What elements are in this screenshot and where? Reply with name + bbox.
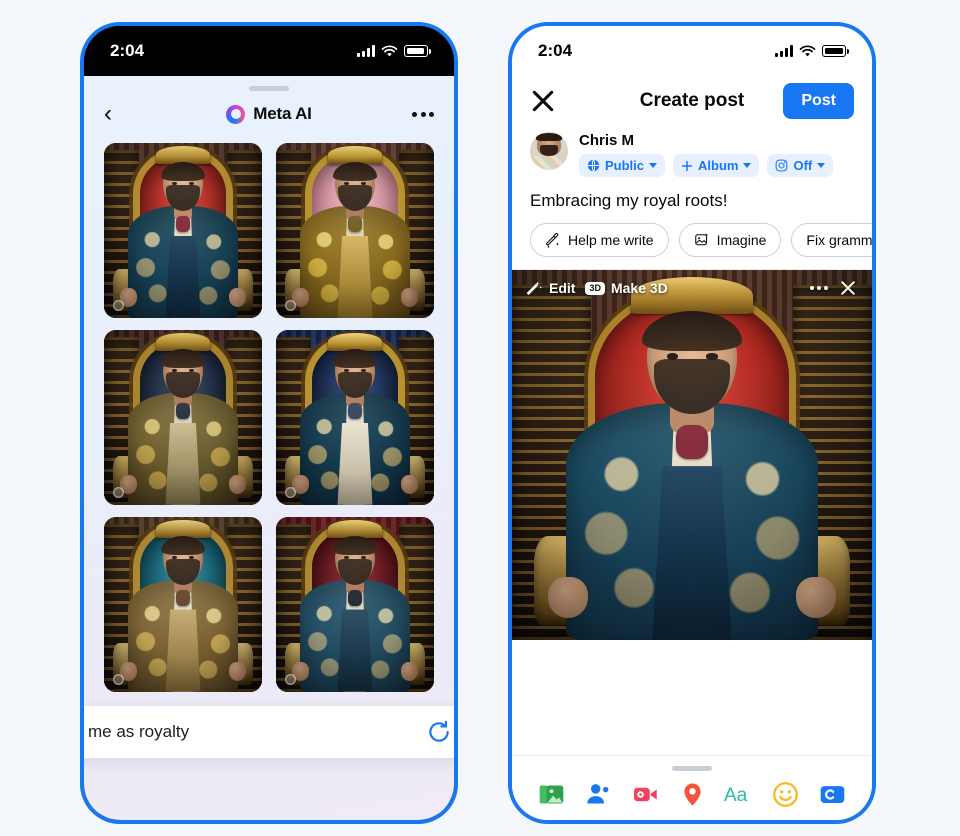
sheet-grabber[interactable]	[672, 766, 712, 771]
meta-ai-navbar: ‹ Meta AI	[84, 91, 454, 139]
instagram-camera-icon	[776, 159, 788, 172]
composer-text[interactable]: Embracing my royal roots!	[512, 177, 872, 223]
ai-chip-help-me-write[interactable]: Help me write	[530, 223, 669, 257]
create-post-screen: Create post Post Chris M Public Album Of…	[512, 76, 872, 820]
tab-tag-people[interactable]	[575, 781, 622, 808]
generated-image-1[interactable]	[104, 143, 262, 318]
ai-chip-label: Help me write	[568, 232, 654, 248]
more-horizontal-icon[interactable]	[810, 286, 828, 290]
ai-chip-label: Imagine	[716, 232, 767, 248]
make-3d-label: Make 3D	[610, 280, 668, 296]
edit-label: Edit	[549, 280, 576, 296]
globe-icon	[587, 159, 600, 172]
status-indicators	[357, 44, 431, 58]
meta-ai-ring-icon	[226, 104, 246, 124]
svg-text:Aa: Aa	[724, 785, 748, 806]
meta-ai-phone: 2:04 ‹ Meta AI me as royalty	[80, 22, 458, 824]
instagram-chip-label: Off	[793, 158, 813, 173]
privacy-chip-label: Public	[605, 158, 645, 173]
meta-ai-screen: ‹ Meta AI me as royalty	[84, 76, 454, 820]
battery-icon	[822, 45, 849, 57]
facebook-create-post-phone: 2:04 Create post Post Chris M Public Alb…	[508, 22, 876, 824]
plus-icon	[681, 160, 693, 171]
more-horizontal-icon[interactable]	[412, 111, 434, 117]
signal-bars-icon	[357, 45, 375, 57]
attached-media[interactable]: Edit 3D Make 3D	[512, 270, 872, 640]
tab-background-color[interactable]: Aa	[715, 781, 762, 808]
magic-pencil-icon	[545, 232, 560, 248]
generated-image-2[interactable]	[276, 143, 434, 318]
battery-icon	[404, 45, 431, 57]
ai-chip-fix-grammar[interactable]: Fix grammar	[791, 223, 872, 257]
magic-wand-icon	[526, 281, 543, 295]
tab-photo-video[interactable]	[528, 781, 575, 808]
prompt-input[interactable]: me as royalty	[88, 722, 414, 742]
emoji-smile-icon	[773, 782, 799, 807]
ai-chip-imagine[interactable]: Imagine	[678, 223, 782, 257]
prompt-pill[interactable]: me as royalty	[84, 706, 454, 758]
ai-chip-label: Fix grammar	[806, 232, 872, 248]
wifi-icon	[381, 44, 398, 56]
author-name: Chris M	[579, 132, 635, 149]
ai-suggestion-chips: Help me write Imagine Fix grammar In	[512, 223, 872, 270]
close-x-icon[interactable]	[838, 278, 858, 298]
avatar[interactable]	[530, 132, 568, 170]
composer-tabbar: Aa	[512, 755, 872, 820]
audience-chips: Public Album Off	[579, 154, 834, 177]
author-row: Chris M Public Album Off	[512, 130, 872, 177]
chevron-down-icon	[743, 163, 752, 168]
tab-gif[interactable]	[809, 781, 856, 808]
generated-image-4[interactable]	[276, 329, 434, 505]
album-chip[interactable]: Album	[673, 154, 760, 177]
signal-bars-icon	[775, 45, 793, 57]
media-toolbar: Edit 3D Make 3D	[512, 278, 872, 298]
chevron-down-icon	[649, 163, 658, 168]
generated-image-5[interactable]	[104, 516, 262, 692]
wifi-icon	[799, 44, 816, 56]
gif-icon	[820, 786, 845, 803]
privacy-chip-public[interactable]: Public	[579, 154, 666, 177]
3d-badge-icon: 3D	[585, 281, 605, 295]
tag-people-icon	[587, 784, 609, 804]
post-button[interactable]: Post	[783, 83, 854, 119]
tab-feeling-activity[interactable]	[762, 781, 809, 808]
image-sparkle-icon	[694, 233, 708, 246]
chevron-down-icon	[817, 163, 826, 168]
tab-check-in[interactable]	[669, 781, 716, 808]
status-time: 2:04	[538, 41, 573, 60]
generated-image-6[interactable]	[276, 516, 434, 692]
meta-ai-title-group: Meta AI	[84, 104, 454, 124]
photo-icon	[539, 785, 564, 804]
text-aa-icon: Aa	[724, 785, 748, 806]
refresh-circle-icon[interactable]	[426, 719, 452, 745]
instagram-crosspost-chip[interactable]: Off	[767, 154, 834, 177]
prompt-bar: me as royalty	[84, 706, 454, 758]
status-indicators	[775, 44, 849, 58]
edit-media-button[interactable]: Edit	[526, 280, 575, 297]
tab-live-video[interactable]	[622, 781, 669, 808]
left-status-bar: 2:04	[84, 26, 454, 76]
composer-empty-area	[512, 640, 872, 755]
chevron-left-icon[interactable]: ‹	[104, 102, 132, 126]
live-video-icon	[633, 787, 657, 802]
generated-image-3[interactable]	[104, 329, 262, 505]
tabbar-icons: Aa	[512, 781, 872, 808]
page-title: Meta AI	[253, 104, 312, 123]
generated-image-grid	[84, 139, 454, 692]
make-3d-button[interactable]: 3D Make 3D	[585, 280, 668, 296]
album-chip-label: Album	[698, 158, 739, 173]
status-time: 2:04	[110, 41, 145, 60]
screenshot-stage: 2:04 ‹ Meta AI me as royalty 2:04 Create…	[0, 0, 960, 836]
location-pin-icon	[683, 783, 701, 806]
create-post-navbar: Create post Post	[512, 76, 872, 130]
close-x-icon[interactable]	[530, 88, 556, 114]
author-column: Chris M Public Album Off	[579, 132, 834, 177]
right-status-bar: 2:04	[512, 26, 872, 76]
